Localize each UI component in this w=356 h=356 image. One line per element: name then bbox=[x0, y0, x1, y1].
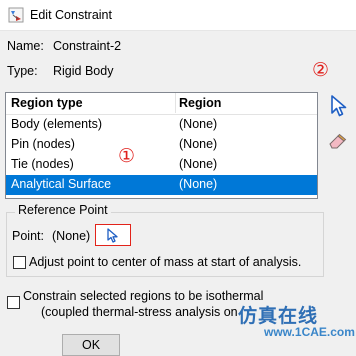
isothermal-checkbox[interactable] bbox=[7, 296, 20, 309]
watermark: 仿真在线 www.1CAE.com bbox=[236, 301, 356, 344]
table-row[interactable]: Tie (nodes) (None) bbox=[6, 155, 317, 175]
eraser-icon[interactable] bbox=[326, 132, 348, 150]
select-point-button[interactable] bbox=[95, 224, 131, 246]
table-row-selected[interactable]: Analytical Surface (None) bbox=[6, 175, 317, 195]
point-value: (None) bbox=[52, 229, 91, 243]
region-table: Region type Region Body (elements) (None… bbox=[5, 92, 318, 199]
adjust-center-checkbox[interactable] bbox=[13, 256, 26, 269]
reference-point-title: Reference Point bbox=[15, 203, 111, 217]
row-region: (None) bbox=[179, 177, 218, 191]
isothermal-sublabel: (coupled thermal-stress analysis on bbox=[41, 305, 238, 319]
isothermal-label: Constrain selected regions to be isother… bbox=[23, 289, 264, 303]
watermark-url: www.1CAE.com bbox=[264, 325, 355, 339]
arrow-pointer-icon bbox=[107, 228, 118, 243]
row-region-type: Body (elements) bbox=[11, 117, 103, 131]
type-row: Type: Rigid Body bbox=[7, 64, 113, 78]
row-region-type: Analytical Surface bbox=[11, 177, 112, 191]
row-region: (None) bbox=[179, 157, 218, 171]
header-region-type[interactable]: Region type bbox=[11, 96, 83, 110]
name-label: Name: bbox=[7, 39, 44, 53]
adjust-center-label: Adjust point to center of mass at start … bbox=[29, 255, 302, 269]
table-row[interactable]: Body (elements) (None) bbox=[6, 115, 317, 135]
annotation-marker-1: ① bbox=[118, 145, 136, 167]
header-region[interactable]: Region bbox=[179, 96, 221, 110]
row-region-type: Pin (nodes) bbox=[11, 137, 75, 151]
row-region: (None) bbox=[179, 117, 218, 131]
type-value: Rigid Body bbox=[53, 64, 114, 78]
type-label: Type: bbox=[7, 64, 38, 78]
watermark-text: 仿真在线 bbox=[238, 305, 319, 327]
name-row: Name: Constraint-2 bbox=[7, 39, 121, 53]
arrow-pointer-icon[interactable] bbox=[329, 94, 349, 118]
header-divider bbox=[175, 93, 176, 113]
window-title: Edit Constraint bbox=[30, 8, 112, 22]
constraint-icon bbox=[8, 7, 24, 23]
title-bar[interactable]: Edit Constraint bbox=[0, 0, 356, 31]
name-value: Constraint-2 bbox=[53, 39, 122, 53]
row-region-type: Tie (nodes) bbox=[11, 157, 74, 171]
table-row[interactable]: Pin (nodes) (None) bbox=[6, 135, 317, 155]
row-region: (None) bbox=[179, 137, 218, 151]
ok-button[interactable]: OK bbox=[62, 334, 120, 356]
point-label: Point: bbox=[12, 229, 44, 243]
annotation-marker-2: ② bbox=[312, 59, 330, 81]
